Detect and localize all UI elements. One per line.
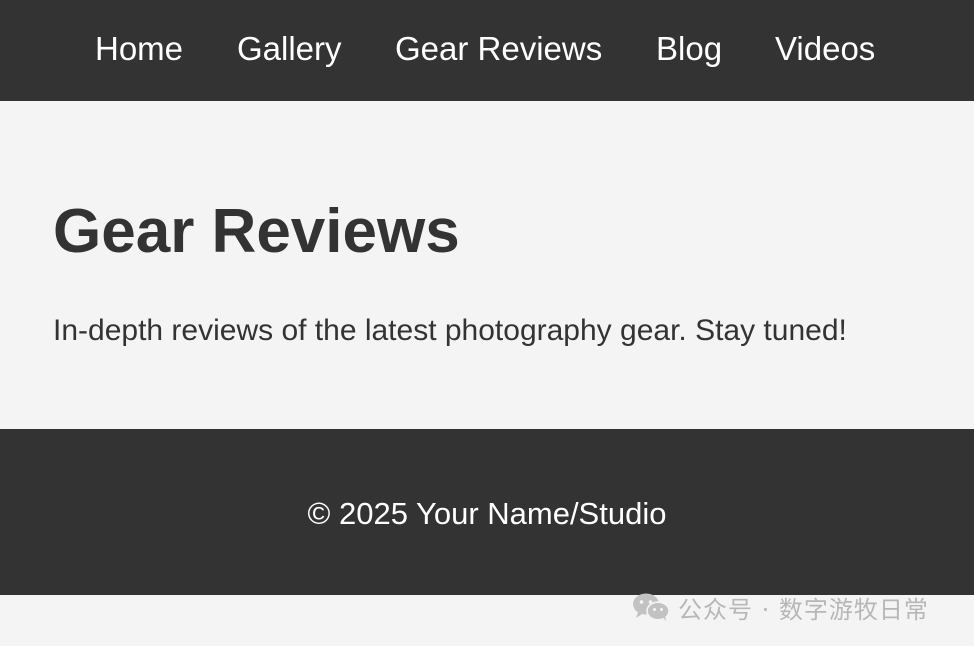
nav-link-blog[interactable]: Blog (656, 28, 722, 70)
watermark-text: 公众号 · 数字游牧日常 (678, 595, 929, 624)
watermark: 公众号 · 数字游牧日常 (632, 590, 929, 624)
top-navigation-bar: Home Gallery Gear Reviews Blog Videos (0, 0, 974, 101)
nav-link-home[interactable]: Home (95, 28, 183, 70)
wechat-icon (633, 593, 670, 621)
page-description: In-depth reviews of the latest photograp… (53, 314, 847, 347)
page-title: Gear Reviews (53, 197, 460, 266)
nav-link-gear-reviews[interactable]: Gear Reviews (395, 28, 602, 70)
footer-copyright: © 2025 Your Name/Studio (307, 496, 667, 531)
nav-link-videos[interactable]: Videos (775, 28, 875, 70)
nav-link-gallery[interactable]: Gallery (237, 28, 342, 70)
